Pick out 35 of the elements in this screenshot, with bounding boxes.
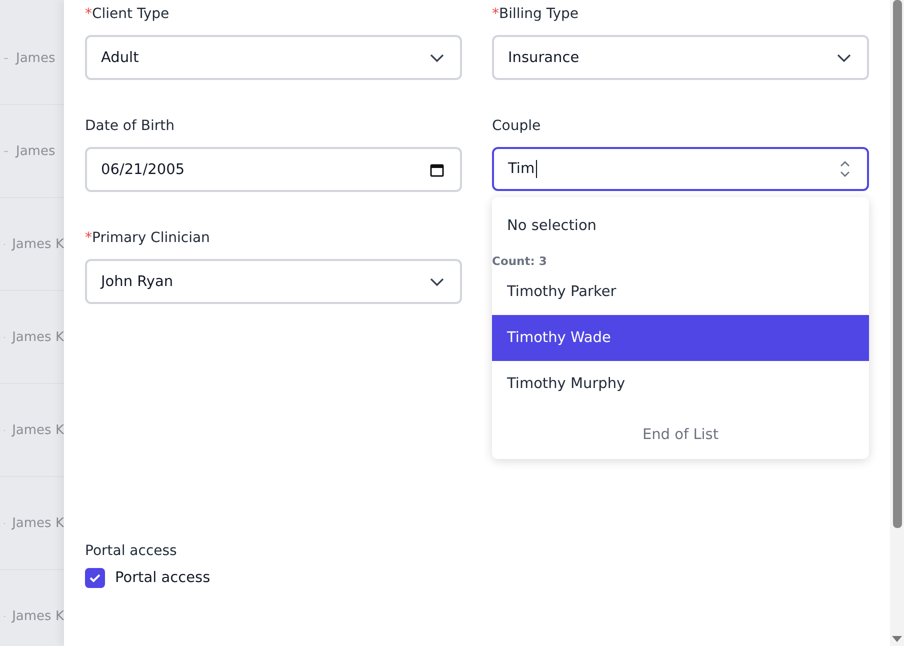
dash-icon <box>4 150 8 152</box>
chevron-down-icon <box>430 278 444 286</box>
check-icon <box>89 573 101 583</box>
select-field[interactable]: Adult <box>85 35 462 80</box>
field-label: Date of Birth <box>85 117 176 136</box>
sort-icon <box>839 160 851 178</box>
field-label: *Billing Type <box>492 5 580 24</box>
checkbox-label: Portal access <box>115 570 210 586</box>
select-field[interactable]: John Ryan <box>85 259 462 304</box>
client-name: James K <box>12 330 64 344</box>
section-heading: Portal access <box>85 542 178 561</box>
end-of-list: End of List <box>492 427 869 443</box>
field-label: *Primary Clinician <box>85 229 211 248</box>
calendar-icon <box>430 162 444 176</box>
client-name: James K <box>12 516 64 530</box>
field-label: *Client Type <box>85 5 170 24</box>
client-name: James <box>16 50 56 66</box>
date-field[interactable]: 06/21/2005 <box>85 147 462 192</box>
result-count: Count: 3 <box>492 253 547 269</box>
dropdown-option[interactable]: Timothy Wade <box>492 315 869 361</box>
client-name: James K <box>12 608 64 624</box>
client-name: James <box>16 144 56 158</box>
select-field[interactable]: Insurance <box>492 35 869 80</box>
scrollbar[interactable] <box>890 0 904 646</box>
checkbox[interactable] <box>85 568 105 588</box>
field-label: Couple <box>492 117 542 136</box>
dropdown-option[interactable]: No selection <box>492 203 869 249</box>
client-name: James K <box>12 236 64 252</box>
dropdown-option[interactable]: Timothy Parker <box>492 269 869 315</box>
combobox-field[interactable]: Tim <box>492 147 869 191</box>
client-name: James K <box>12 422 64 438</box>
dropdown-option[interactable]: Timothy Murphy <box>492 361 869 407</box>
arrow-down-icon[interactable] <box>892 636 902 642</box>
chevron-down-icon <box>430 54 444 62</box>
chevron-down-icon <box>837 54 851 62</box>
